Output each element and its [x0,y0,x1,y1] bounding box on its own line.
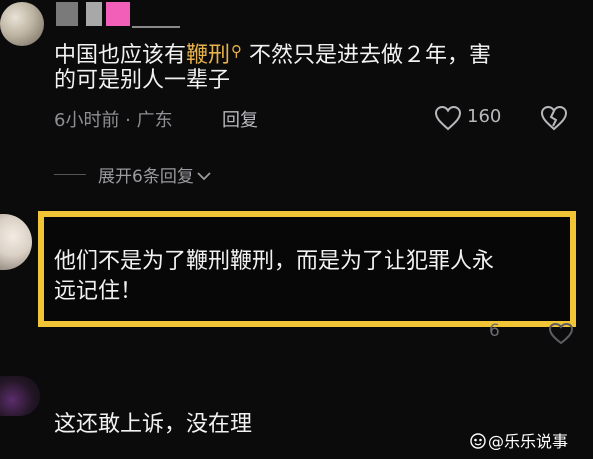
heart-icon[interactable] [434,105,462,131]
comment-text-line: 的可是别人一辈子 [54,68,231,93]
watermark-logo-icon [470,433,486,449]
comment-timestamp-location: 6小时前 · 广东 [54,110,173,131]
search-keyword-link[interactable]: 鞭刑 [186,43,230,68]
like-count: 160 [467,106,502,127]
chevron-down-icon [197,172,211,181]
comment-text-line: 他们不是为了鞭刑鞭刑，而是为了让犯罪人永 [54,249,495,274]
expand-replies-label: 展开6条回复 [98,167,194,187]
username-redacted[interactable] [56,2,78,26]
watermark-text: @乐乐说事 [488,432,569,451]
comment-text-line: 远记住！ [54,279,143,304]
username-redacted[interactable] [106,2,130,26]
watermark: @乐乐说事 [470,428,568,452]
commenter-avatar[interactable] [0,214,32,270]
commenter-avatar[interactable] [0,376,40,416]
reply-button[interactable]: 回复 [222,106,258,132]
expand-replies-button[interactable]: 展开6条回复 [98,162,211,187]
broken-heart-icon[interactable] [540,105,568,131]
expand-divider [54,174,86,175]
comment-text-segment: 不然只是进去做２年，害 [249,43,492,68]
username-redacted[interactable] [86,2,102,26]
like-count: 6 [489,321,500,341]
comment-text-line: 这还敢上诉，没在理 [54,412,253,437]
broken-heart-icon[interactable] [548,322,574,344]
username-underline [132,26,180,28]
search-keyword-icon[interactable]: ⚲ [231,42,242,60]
commenter-avatar[interactable] [0,2,44,46]
comment-text-segment: 中国也应该有 [54,43,187,68]
